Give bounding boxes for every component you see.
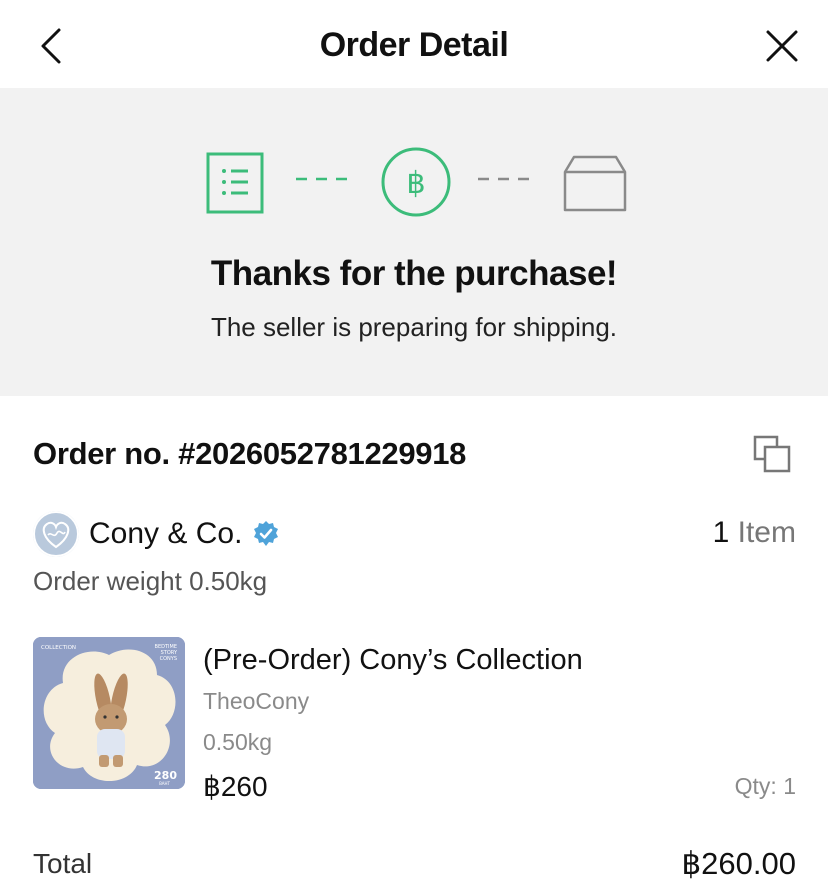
baht-payment-icon: ฿ [381,147,451,217]
product-artwork: COLLECTION BEDTIME STORY CONYS 280 BAHT [33,637,185,789]
thanks-heading: Thanks for the purchase! [210,254,618,293]
svg-text:฿: ฿ [406,166,425,201]
order-weight: Order weight 0.50kg [33,566,268,596]
total-value: ฿260.00 [681,846,796,881]
order-number: Order no. #2026052781229918 [33,436,467,471]
header-bar: Order Detail [0,0,828,88]
product-image[interactable]: COLLECTION BEDTIME STORY CONYS 280 BAHT [33,637,185,789]
step-connector-done [296,177,348,181]
verified-badge-icon [254,521,279,546]
order-status-panel: ฿ Thanks for the purchase! The seller is… [0,88,828,396]
box-shipping-icon [563,155,627,212]
page-title: Order Detail [319,26,509,64]
product-name[interactable]: (Pre-Order) Cony’s Collection [203,644,583,677]
product-price: ฿260 [203,771,268,802]
product-seller: TheoCony [203,688,310,714]
seller-logo-icon [33,511,79,557]
product-image-price-unit: BAHT [159,781,170,786]
item-count: 1 Item [713,516,796,550]
product-image-label: COLLECTION [41,645,76,651]
seller-row[interactable]: Cony & Co. [33,510,280,558]
order-list-icon [206,152,264,214]
product-quantity: Qty: 1 [734,773,796,799]
shipping-status-message: The seller is preparing for shipping. [210,312,618,342]
item-count-number: 1 [712,516,730,549]
copy-order-number-button[interactable] [752,434,792,474]
step-connector-pending [478,177,530,181]
product-weight: 0.50kg [203,729,273,755]
seller-avatar [33,511,79,557]
close-button[interactable] [758,22,806,70]
progress-steps: ฿ [0,146,828,218]
total-label: Total [33,848,93,879]
item-count-label: Item [737,516,796,549]
product-image-label: CONYS [160,656,177,662]
seller-name: Cony & Co. [89,517,243,550]
copy-icon [753,435,791,473]
close-icon [766,30,798,62]
